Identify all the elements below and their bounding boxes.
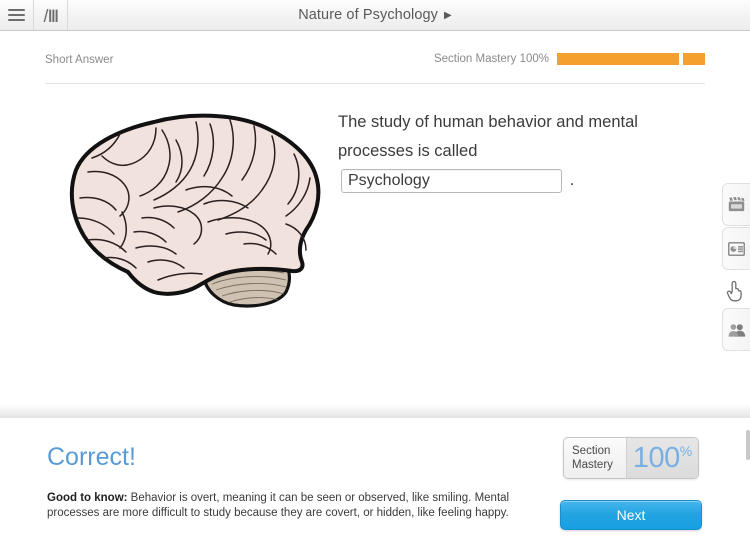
question-stem-text: The study of human behavior and mental p… bbox=[338, 113, 638, 160]
question-stem: The study of human behavior and mental p… bbox=[338, 108, 668, 195]
section-mastery-label: Section Mastery 100% bbox=[433, 53, 549, 65]
progress-segment-main bbox=[557, 53, 679, 65]
hand-pointer-glyph bbox=[726, 280, 742, 302]
hand-pointer-icon bbox=[725, 279, 745, 303]
section-mastery-number: 100 bbox=[632, 441, 680, 474]
section-mastery-unit: % bbox=[679, 443, 693, 459]
page-title-bar[interactable]: Nature of Psychology ▶ bbox=[0, 0, 750, 30]
page-title: Nature of Psychology bbox=[298, 7, 439, 23]
section-mastery-box-line1: Section bbox=[572, 445, 611, 457]
app-root: Nature of Psychology ▶ Short Answer Sect… bbox=[0, 0, 750, 548]
video-tab[interactable] bbox=[722, 183, 750, 226]
top-bar: Nature of Psychology ▶ bbox=[0, 0, 750, 31]
chevron-right-icon: ▶ bbox=[444, 9, 452, 21]
people-icon bbox=[728, 323, 745, 337]
progress-segment-end bbox=[683, 53, 705, 65]
panel-divider-shadow bbox=[0, 404, 750, 418]
section-mastery-box: Section Mastery 100 % bbox=[563, 437, 699, 479]
section-mastery-indicator: Section Mastery 100% bbox=[434, 53, 705, 65]
question-type-label: Short Answer bbox=[45, 54, 114, 66]
people-tab[interactable] bbox=[722, 308, 750, 351]
presentation-tab[interactable] bbox=[722, 227, 750, 270]
section-mastery-box-line2: Mastery bbox=[572, 459, 613, 471]
section-mastery-box-value: 100 % bbox=[626, 438, 698, 478]
slide-presentation-icon bbox=[728, 241, 745, 256]
brain-svg bbox=[69, 113, 321, 308]
feedback-body-label: Good to know: bbox=[47, 492, 128, 504]
question-header: Short Answer Section Mastery 100% bbox=[45, 48, 705, 84]
scrollbar-thumb[interactable] bbox=[746, 430, 750, 460]
section-mastery-box-label: Section Mastery bbox=[564, 438, 626, 478]
section-mastery-progressbar bbox=[557, 53, 705, 65]
stem-period: . bbox=[569, 171, 575, 189]
next-button[interactable]: Next bbox=[560, 500, 702, 530]
feedback-title: Correct! bbox=[47, 443, 136, 471]
right-tool-tabs bbox=[722, 183, 750, 352]
film-clapper-icon bbox=[728, 197, 745, 212]
feedback-body: Good to know: Behavior is overt, meaning… bbox=[47, 491, 547, 521]
brain-illustration bbox=[58, 112, 330, 317]
answer-input[interactable] bbox=[341, 168, 562, 193]
